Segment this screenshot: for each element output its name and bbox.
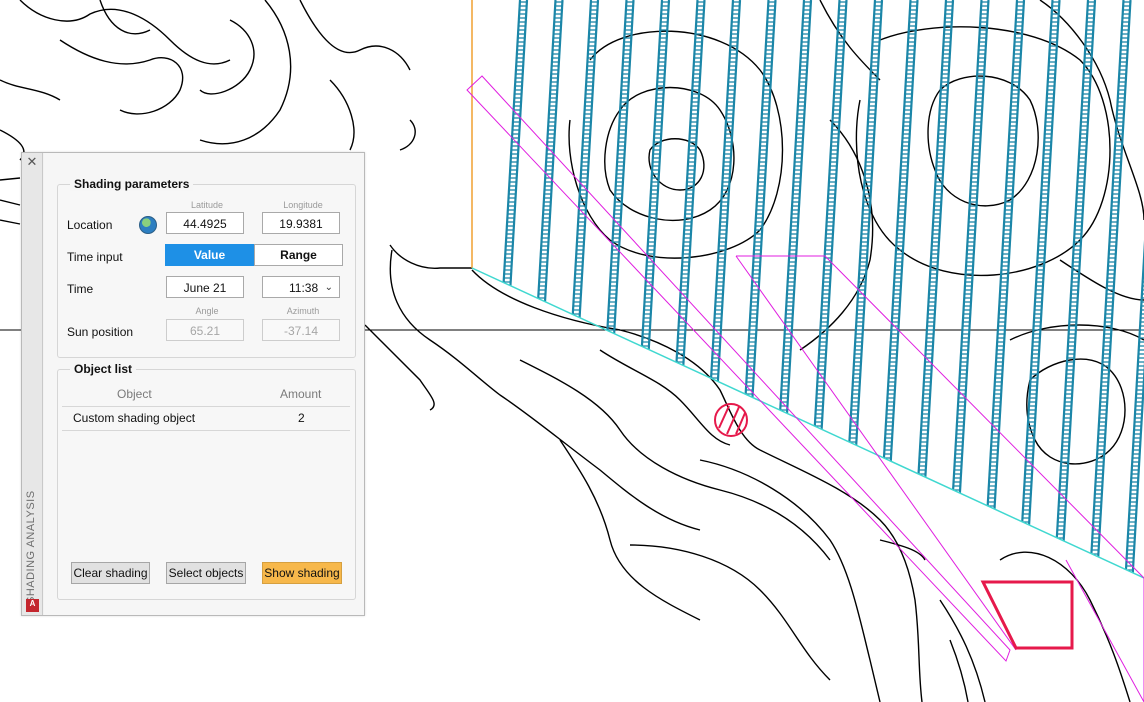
- row-object-amount: 2: [298, 411, 305, 425]
- date-field[interactable]: June 21: [166, 276, 244, 298]
- shading-strip: [549, 0, 600, 578]
- shading-strip: [1011, 0, 1061, 578]
- shading-parameters-group: Shading parameters Latitude Longitude Lo…: [57, 177, 356, 358]
- shading-strip: [691, 0, 742, 578]
- shading-strip: [869, 0, 919, 578]
- shading-strip: [727, 0, 777, 578]
- palette-vertical-title: SHADING ANALYSIS: [25, 490, 37, 604]
- shading-object-circle[interactable]: [714, 403, 748, 437]
- time-input-range-toggle[interactable]: Range: [254, 244, 343, 266]
- shading-strip: [940, 0, 990, 578]
- palette-title-strip[interactable]: ✕ SHADING ANALYSIS A: [22, 153, 43, 615]
- shading-strip: [762, 0, 813, 578]
- shading-strip: [478, 0, 529, 578]
- latitude-field[interactable]: 44.4925: [166, 212, 244, 234]
- app-logo-letter: A: [29, 599, 36, 608]
- location-label: Location: [67, 218, 113, 232]
- shading-strip: [585, 0, 635, 578]
- time-input-value-toggle[interactable]: Value: [165, 244, 254, 266]
- shading-strip: [1082, 0, 1132, 578]
- sun-position-label: Sun position: [67, 325, 134, 339]
- object-list-group: Object list Object Amount Custom shading…: [57, 362, 356, 600]
- column-header-object[interactable]: Object: [117, 387, 152, 401]
- time-dropdown[interactable]: 11:38 ⌄: [262, 276, 340, 298]
- longitude-field[interactable]: 19.9381: [262, 212, 340, 234]
- shading-strip: [514, 0, 564, 578]
- row-divider: [62, 430, 350, 431]
- shading-bars: [478, 0, 1144, 578]
- azimuth-caption: Azimuth: [286, 306, 320, 316]
- angle-field: 65.21: [166, 319, 244, 341]
- time-value: 11:38: [289, 281, 319, 295]
- latitude-caption: Latitude: [190, 200, 224, 210]
- table-row[interactable]: Custom shading object 2: [62, 407, 350, 429]
- shading-object-polygon[interactable]: [980, 580, 1074, 650]
- show-shading-button[interactable]: Show shading: [262, 562, 342, 584]
- shading-parameters-title: Shading parameters: [70, 177, 194, 191]
- cyan-edge-line: [471, 267, 1144, 579]
- palette-content: Shading parameters Latitude Longitude Lo…: [44, 153, 364, 615]
- angle-caption: Angle: [195, 306, 219, 316]
- time-label: Time: [67, 282, 94, 296]
- longitude-caption: Longitude: [283, 200, 323, 210]
- globe-icon[interactable]: [139, 216, 157, 234]
- row-object-name: Custom shading object: [73, 411, 196, 425]
- time-input-label: Time input: [67, 250, 123, 264]
- select-objects-button[interactable]: Select objects: [166, 562, 246, 584]
- azimuth-field: -37.14: [262, 319, 340, 341]
- object-list-title: Object list: [70, 362, 137, 376]
- chevron-down-icon: ⌄: [324, 282, 333, 293]
- shading-strip: [833, 0, 884, 578]
- shading-strip: [1117, 0, 1144, 578]
- close-icon[interactable]: ✕: [25, 155, 39, 169]
- shading-analysis-palette: ✕ SHADING ANALYSIS A Shading parameters …: [21, 152, 365, 616]
- clear-shading-button[interactable]: Clear shading: [71, 562, 150, 584]
- column-header-amount[interactable]: Amount: [280, 387, 321, 401]
- shadow-outline-edge: [735, 255, 1017, 651]
- app-logo-icon: A: [26, 599, 39, 612]
- shadow-outline: [736, 255, 1144, 702]
